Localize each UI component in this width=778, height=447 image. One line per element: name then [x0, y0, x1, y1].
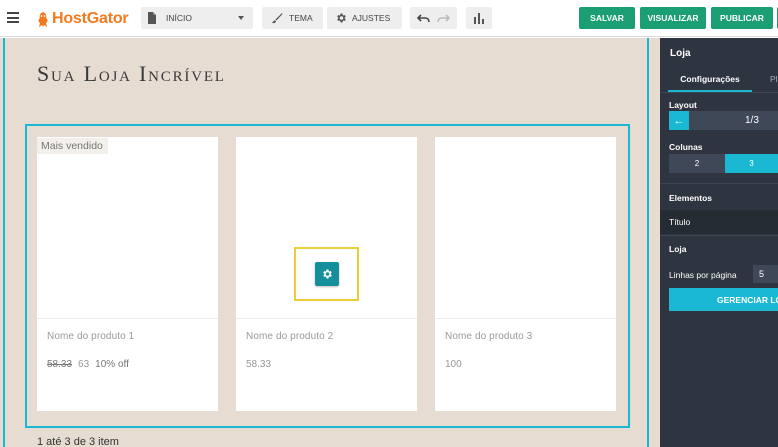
- loja-section-label: Loja: [669, 244, 687, 254]
- divider: [660, 183, 778, 184]
- product-card-3[interactable]: Nome do produto 3 100: [435, 318, 616, 411]
- titulo-label: Título: [669, 217, 691, 227]
- hostgator-mascot-icon: [38, 11, 48, 27]
- product-image-3[interactable]: [435, 137, 616, 318]
- columns-option-2[interactable]: 2: [669, 154, 725, 173]
- lines-per-page-label: Linhas por página: [669, 270, 737, 280]
- price-row: 58.33: [246, 359, 271, 370]
- layout-selector[interactable]: ← 1/3: [669, 111, 778, 130]
- undo-icon[interactable]: [417, 13, 431, 23]
- product-name: Nome do produto 1: [47, 331, 135, 342]
- statistics-button[interactable]: [466, 7, 492, 29]
- columns-selector: 2 3: [669, 154, 778, 173]
- page-select-value: INÍCIO: [166, 13, 192, 23]
- product-settings-button[interactable]: [315, 262, 339, 286]
- hostgator-logo[interactable]: HostGator: [37, 9, 129, 29]
- tab-configuracoes[interactable]: Configurações: [668, 70, 752, 92]
- product-name: Nome do produto 3: [445, 331, 533, 342]
- ajustes-label: AJUSTES: [352, 13, 391, 23]
- gear-icon: [323, 269, 332, 279]
- salvar-button[interactable]: SALVAR: [579, 7, 635, 29]
- ajustes-button[interactable]: AJUSTES: [327, 7, 402, 29]
- product-price: 63: [78, 359, 90, 370]
- columns-option-3[interactable]: 3: [725, 154, 778, 173]
- bar-chart-icon: [474, 12, 484, 24]
- pagination-info: 1 até 3 de 3 item: [37, 436, 119, 447]
- redo-icon[interactable]: [436, 13, 450, 23]
- page-select[interactable]: INÍCIO: [141, 7, 253, 29]
- discount-label: 10% off: [95, 359, 129, 370]
- layout-label: Layout: [669, 100, 697, 110]
- arrow-left-icon[interactable]: ←: [669, 111, 689, 130]
- publicar-button[interactable]: PUBLICAR: [711, 7, 773, 29]
- panel-tabs: Configurações Pl: [660, 70, 778, 92]
- tab-other[interactable]: Pl: [770, 70, 778, 88]
- divider: [660, 235, 778, 236]
- elementos-label: Elementos: [669, 193, 712, 203]
- layout-value: 1/3: [745, 115, 759, 126]
- chevron-down-icon: [238, 16, 244, 20]
- old-price: 58.33: [47, 359, 73, 370]
- product-image-1[interactable]: [37, 137, 218, 318]
- product-price: 58.33: [246, 359, 272, 370]
- document-icon: [148, 12, 156, 24]
- element-titulo[interactable]: Título: [660, 210, 778, 234]
- hamburger-menu-icon[interactable]: [7, 12, 19, 23]
- product-card-1[interactable]: Nome do produto 1 58.33 63 10% off: [37, 318, 218, 411]
- settings-highlight: [294, 247, 359, 301]
- settings-panel: Loja Configurações Pl Layout ← 1/3 Colun…: [660, 38, 778, 447]
- brush-icon: [272, 13, 283, 24]
- colunas-label: Colunas: [669, 142, 703, 152]
- logo-text: HostGator: [52, 10, 129, 27]
- price-row: 58.33 63 10% off: [47, 359, 129, 370]
- product-price: 100: [445, 359, 462, 370]
- store-title[interactable]: Sua Loja Incrível: [37, 61, 226, 87]
- divider: [660, 92, 778, 93]
- gear-icon: [337, 13, 346, 23]
- price-row: 100: [445, 359, 462, 370]
- visualizar-button[interactable]: VISUALIZAR: [640, 7, 706, 29]
- top-toolbar: HostGator INÍCIO TEMA AJUSTES SALVAR VIS…: [0, 0, 778, 37]
- product-card-2[interactable]: Nome do produto 2 58.33: [236, 318, 417, 411]
- history-controls: [410, 7, 457, 29]
- tema-button[interactable]: TEMA: [262, 7, 323, 29]
- best-seller-badge: Mais vendido: [37, 138, 108, 154]
- tema-label: TEMA: [289, 13, 313, 23]
- manage-store-button[interactable]: GERENCIAR LOJA: [669, 288, 778, 311]
- panel-title: Loja: [670, 48, 691, 59]
- product-name: Nome do produto 2: [246, 331, 334, 342]
- lines-per-page-input[interactable]: 5: [753, 265, 778, 283]
